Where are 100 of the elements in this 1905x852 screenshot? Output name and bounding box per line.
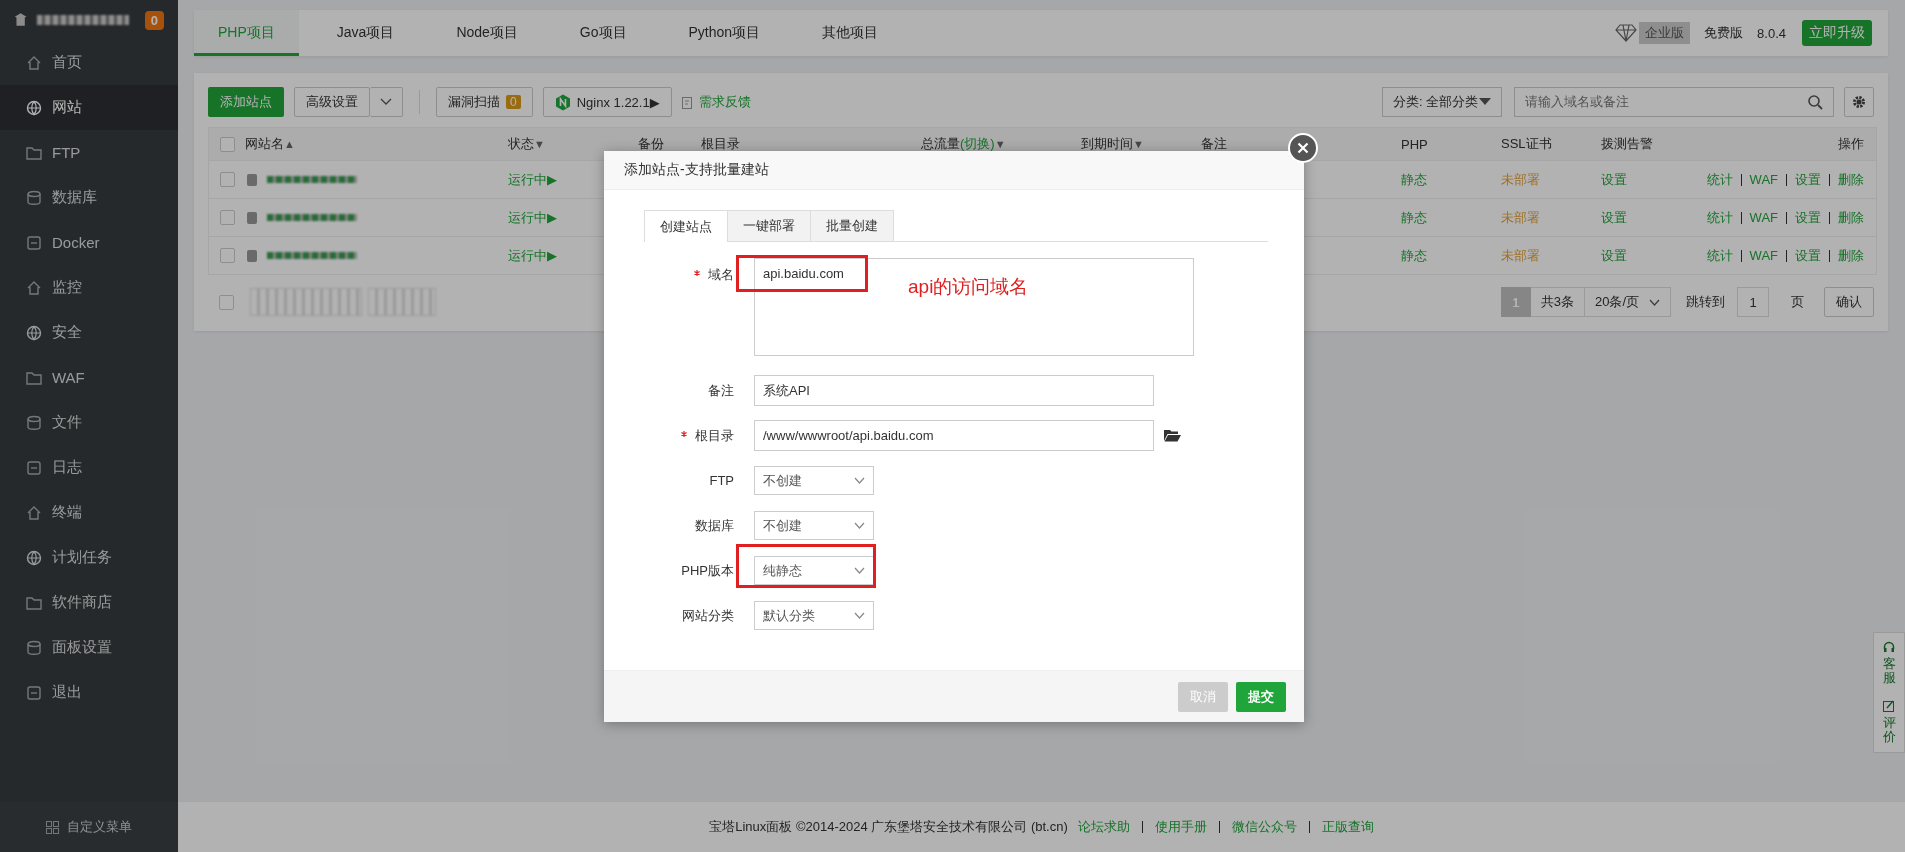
feedback-link[interactable]: 需求反馈	[681, 93, 751, 111]
footer-link[interactable]: 正版查询	[1321, 818, 1374, 836]
field-label: 备注	[707, 381, 735, 400]
caret-icon	[854, 567, 865, 574]
remark-input[interactable]: 系统API	[754, 375, 1154, 406]
action-link[interactable]: WAF	[1749, 172, 1778, 187]
select-all-checkbox[interactable]	[219, 136, 235, 152]
home-icon	[26, 54, 42, 71]
action-link[interactable]: 删除	[1838, 208, 1864, 227]
total-count: 共3条	[1529, 287, 1585, 317]
dialog-tab[interactable]: 创建站点	[644, 210, 728, 242]
row-checkbox[interactable]	[219, 210, 235, 225]
action-link[interactable]: 设置	[1795, 246, 1821, 265]
sidebar-item[interactable]: 安全	[0, 310, 178, 355]
dropdown-select[interactable]: 纯静态	[754, 556, 874, 585]
sidebar-item[interactable]: 面板设置	[0, 625, 178, 670]
project-tab[interactable]: Go项目	[555, 10, 651, 56]
field-label: FTP	[708, 473, 735, 488]
category-select[interactable]: 分类: 全部分类	[1382, 87, 1502, 117]
action-link[interactable]: WAF	[1749, 248, 1778, 263]
action-link[interactable]: 统计	[1706, 208, 1733, 227]
root-directory-input[interactable]: /www/wwwroot/api.baidu.com	[754, 420, 1154, 451]
float-button[interactable]: 评价	[1882, 699, 1896, 745]
column-header[interactable]: 备注	[1201, 135, 1227, 153]
annotation-text: api的访问域名	[908, 275, 1029, 299]
site-icon	[245, 172, 259, 187]
column-header[interactable]: 拨测告警	[1601, 135, 1653, 153]
vulnerability-scan-button[interactable]: 漏洞扫描 0	[436, 87, 533, 117]
sidebar-item[interactable]: 网站	[0, 85, 178, 130]
column-header[interactable]: PHP	[1401, 136, 1428, 152]
settings-button[interactable]	[1844, 87, 1874, 117]
edit-icon	[681, 95, 694, 109]
action-link[interactable]: 设置	[1795, 170, 1821, 189]
sidebar-item[interactable]: 终端	[0, 490, 178, 535]
page-size-select[interactable]: 20条/页	[1583, 287, 1671, 317]
advanced-settings-button[interactable]: 高级设置	[294, 87, 370, 117]
footer-link[interactable]: 微信公众号	[1231, 818, 1297, 836]
database-icon	[26, 189, 42, 206]
status-link[interactable]: 运行中▶	[508, 246, 557, 265]
column-header[interactable]: 到期时间▼	[1081, 135, 1144, 153]
action-link[interactable]: 删除	[1838, 246, 1864, 265]
status-link[interactable]: 运行中▶	[508, 208, 557, 227]
action-link[interactable]: 删除	[1838, 170, 1864, 189]
float-button[interactable]: 客服	[1882, 641, 1896, 686]
field-label: 根目录	[644, 426, 754, 445]
page-unit-label: 页	[1790, 293, 1805, 311]
sidebar-item[interactable]: 计划任务	[0, 535, 178, 580]
row-checkbox[interactable]	[219, 248, 235, 263]
project-tab[interactable]: 其他项目	[798, 10, 903, 56]
sidebar-item[interactable]: WAF	[0, 355, 178, 400]
column-header[interactable]: 操作	[1838, 135, 1864, 153]
add-site-button[interactable]: 添加站点	[208, 87, 284, 117]
action-link[interactable]: WAF	[1749, 210, 1778, 225]
sidebar-item[interactable]: 文件	[0, 400, 178, 445]
footer-link[interactable]: 使用手册	[1154, 818, 1207, 836]
project-tab[interactable]: Python项目	[664, 10, 785, 56]
row-checkbox[interactable]	[219, 172, 235, 187]
field-label: PHP版本	[680, 561, 735, 580]
project-tab[interactable]: Node项目	[432, 10, 542, 56]
dialog-tab[interactable]: 批量创建	[810, 210, 894, 241]
sidebar-item[interactable]: Docker	[0, 220, 178, 265]
column-header[interactable]: SSL证书	[1501, 135, 1552, 153]
dropdown-select[interactable]: 不创建	[754, 466, 874, 495]
sidebar-item[interactable]: 监控	[0, 265, 178, 310]
column-header[interactable]: 状态▼	[508, 135, 545, 153]
dropdown-select[interactable]: 默认分类	[754, 601, 874, 630]
php-link[interactable]: 静态	[1401, 246, 1427, 265]
php-link[interactable]: 静态	[1401, 208, 1427, 227]
alert-settings-link[interactable]: 设置	[1601, 170, 1627, 189]
dialog-tab[interactable]: 一键部署	[727, 210, 811, 241]
copyright-text: 宝塔Linux面板 ©2014-2024 广东堡塔安全技术有限公司 (bt.cn)	[709, 818, 1068, 836]
footer-link[interactable]: 论坛求助	[1077, 818, 1130, 836]
sidebar-item[interactable]: 首页	[0, 40, 178, 85]
column-header[interactable]: 总流量(切换)▼	[921, 135, 1006, 153]
nginx-button[interactable]: Nginx 1.22.1▶	[542, 87, 672, 117]
project-tab[interactable]: Java项目	[312, 10, 419, 56]
dropdown-select[interactable]: 不创建	[754, 511, 874, 540]
column-header[interactable]: 根目录	[701, 135, 740, 153]
action-link[interactable]: 统计	[1706, 170, 1733, 189]
submit-button[interactable]: 提交	[1236, 681, 1286, 712]
action-link[interactable]: 统计	[1706, 246, 1733, 265]
search-field[interactable]: 请输入域名或备注	[1514, 87, 1834, 117]
sidebar-item[interactable]: 日志	[0, 445, 178, 490]
confirm-button[interactable]: 确认	[1824, 287, 1874, 317]
alert-settings-link[interactable]: 设置	[1601, 208, 1627, 227]
page-input[interactable]: 1	[1737, 287, 1769, 317]
sidebar-item[interactable]: 数据库	[0, 175, 178, 220]
upgrade-button[interactable]: 立即升级	[1802, 20, 1872, 46]
alert-settings-link[interactable]: 设置	[1601, 246, 1627, 265]
php-link[interactable]: 静态	[1401, 170, 1427, 189]
dropdown-button[interactable]	[370, 87, 403, 117]
action-link[interactable]: 设置	[1795, 208, 1821, 227]
sidebar-item[interactable]: FTP	[0, 130, 178, 175]
sidebar-item[interactable]: 软件商店	[0, 580, 178, 625]
column-header[interactable]: 网站名▲	[245, 135, 295, 153]
status-link[interactable]: 运行中▶	[508, 170, 557, 189]
sidebar-item[interactable]: 退出	[0, 670, 178, 715]
enterprise-label[interactable]: 企业版	[1639, 22, 1691, 44]
column-header[interactable]: 备份	[638, 135, 664, 153]
select-all-checkbox[interactable]	[218, 294, 234, 310]
